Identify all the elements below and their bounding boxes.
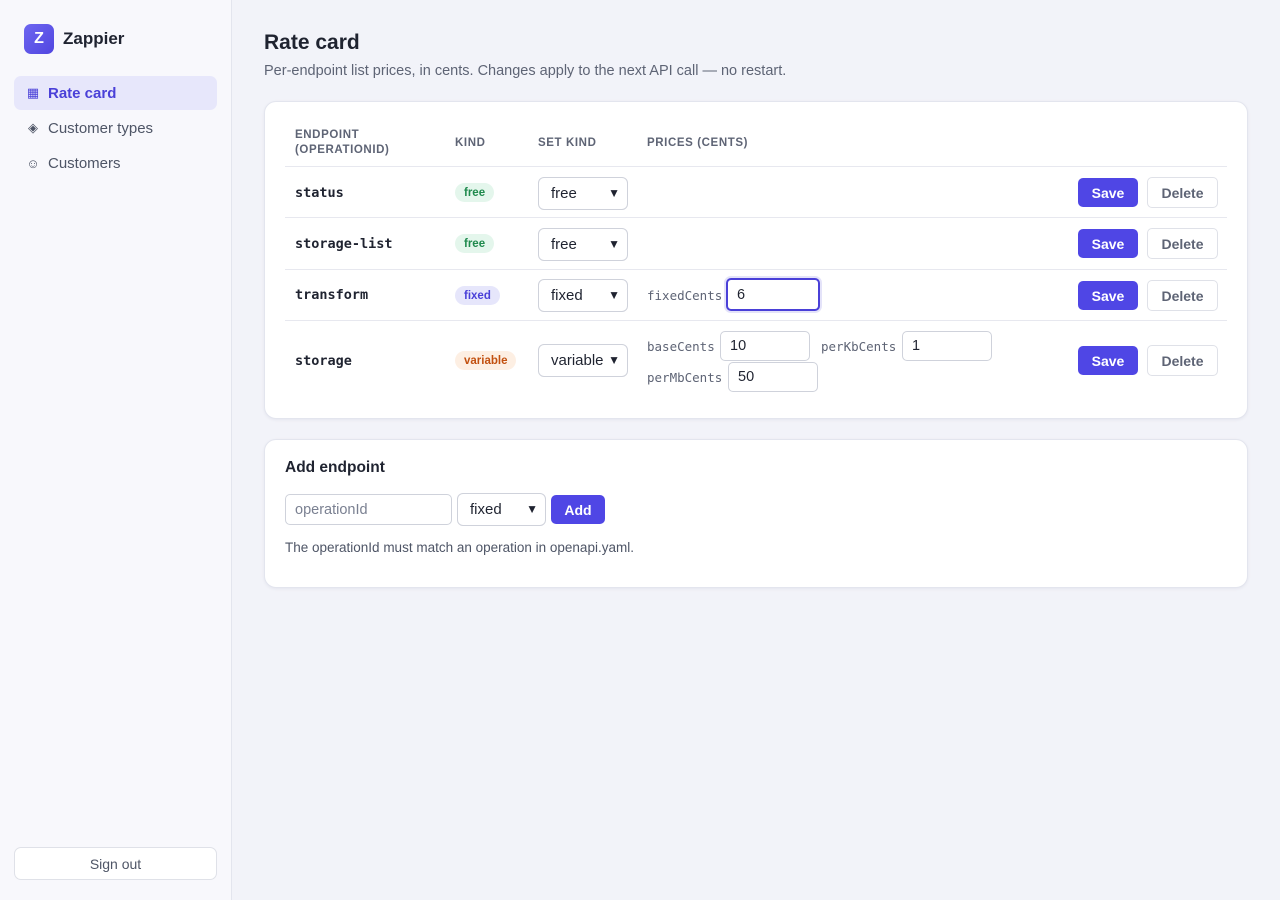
sidebar-nav: ▦ Rate card ◈ Customer types ☺ Customers [14,76,217,181]
page-title: Rate card [264,31,360,54]
delete-button[interactable]: Delete [1147,345,1218,376]
grid-icon: ▦ [26,85,40,100]
kind-select[interactable]: free ▼ [538,228,628,261]
sidebar-item-label: Customers [48,154,121,172]
brand: Z Zappier [24,24,124,54]
operation-id-input[interactable]: operationId [285,494,452,525]
base-cents-label: baseCents [647,339,715,354]
kind-badge: variable [455,351,517,370]
sidebar-item-label: Rate card [48,84,117,102]
add-endpoint-help: The operationId must match an operation … [285,540,634,555]
save-button[interactable]: Save [1078,229,1138,258]
add-kind-select[interactable]: fixed ▼ [457,493,546,526]
per-mb-cents-input[interactable]: 50 [728,362,818,392]
save-button[interactable]: Save [1078,346,1138,375]
per-kb-cents-label: perKbCents [821,339,897,354]
endpoint-name: transform [295,287,369,303]
endpoint-name: storage-list [295,236,393,252]
sidebar-item-customer-types[interactable]: ◈ Customer types [14,111,217,145]
kind-select-value: fixed [551,287,583,304]
kind-badge: free [455,234,495,253]
chevron-down-icon: ▼ [608,353,620,367]
table-row: storage-list free free ▼ Save Delete [265,218,1249,269]
page-subtitle: Per-endpoint list prices, in cents. Chan… [264,63,787,79]
sidebar-item-customers[interactable]: ☺ Customers [14,146,217,180]
diamond-icon: ◈ [28,120,38,135]
per-kb-cents-input[interactable]: 1 [902,331,992,361]
brand-name: Zappier [63,29,125,48]
column-header-endpoint-line1: ENDPOINT [295,129,360,141]
column-header-endpoint-line2: (OPERATIONID) [295,144,390,156]
table-row: storage variable variable ▼ baseCents 10… [265,321,1249,399]
add-endpoint-title: Add endpoint [285,459,385,476]
delete-button[interactable]: Delete [1147,280,1218,311]
delete-button[interactable]: Delete [1147,228,1218,259]
add-endpoint-card: Add endpoint operationId fixed ▼ Add The… [264,439,1248,588]
kind-badge: fixed [455,286,500,305]
kind-select[interactable]: fixed ▼ [538,279,628,312]
chevron-down-icon: ▼ [608,288,620,302]
add-kind-select-value: fixed [470,501,502,518]
column-header-prices: PRICES (CENTS) [647,137,749,149]
delete-button[interactable]: Delete [1147,177,1218,208]
kind-select-value: variable [551,352,604,369]
add-button[interactable]: Add [551,495,605,524]
table-row: transform fixed fixed ▼ fixedCents 6 Sav… [265,270,1249,320]
smiley-icon: ☺ [26,155,40,171]
column-header-kind: KIND [455,137,486,149]
endpoint-name: storage [295,353,352,369]
save-button[interactable]: Save [1078,281,1138,310]
chevron-down-icon: ▼ [526,502,538,516]
kind-select[interactable]: free ▼ [538,177,628,210]
brand-logo: Z [24,24,54,54]
column-header-endpoint: ENDPOINT (OPERATIONID) [295,128,389,158]
fixed-cents-label: fixedCents [647,288,723,303]
kind-badge: free [455,183,495,202]
kind-select[interactable]: variable ▼ [538,344,628,377]
rate-card-table: ENDPOINT (OPERATIONID) KIND SET KIND PRI… [264,101,1248,419]
endpoint-name: status [295,185,344,201]
sidebar-item-rate-card[interactable]: ▦ Rate card [14,76,217,110]
chevron-down-icon: ▼ [608,237,620,251]
kind-select-value: free [551,185,577,202]
sidebar: Z Zappier ▦ Rate card ◈ Customer types ☺… [0,0,232,900]
base-cents-input[interactable]: 10 [720,331,810,361]
chevron-down-icon: ▼ [608,186,620,200]
fixed-cents-input[interactable]: 6 [726,278,820,311]
column-header-set-kind: SET KIND [538,137,597,149]
table-row: status free free ▼ Save Delete [265,167,1249,217]
save-button[interactable]: Save [1078,178,1138,207]
kind-select-value: free [551,236,577,253]
sign-out-button[interactable]: Sign out [14,847,217,880]
sidebar-item-label: Customer types [48,119,154,137]
per-mb-cents-label: perMbCents [647,370,723,385]
